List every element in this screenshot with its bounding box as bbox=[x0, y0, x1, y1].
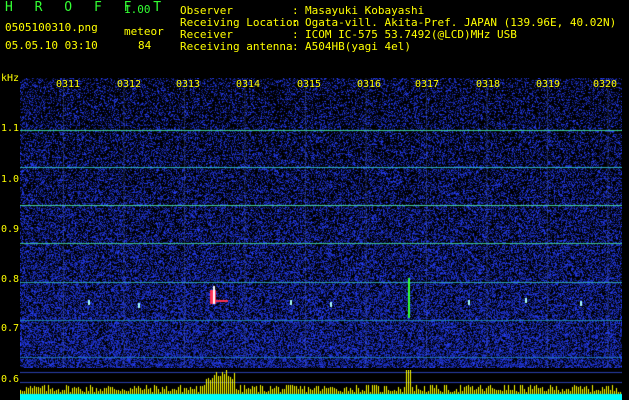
meteor-count: 84 bbox=[138, 39, 152, 52]
file-name: 0505100310.png bbox=[5, 21, 98, 34]
x-tick-label: 0317 bbox=[415, 79, 440, 90]
app-version: 1.00 bbox=[124, 3, 151, 16]
spectrogram-canvas bbox=[20, 78, 622, 368]
meteor-label: meteor bbox=[124, 25, 164, 38]
x-tick-label: 0313 bbox=[176, 79, 201, 90]
date-time: 05.05.10 03:10 bbox=[5, 39, 98, 52]
info-value-antenna: A504HB(yagi 4el) bbox=[305, 40, 411, 53]
y-tick-label: 0.6 bbox=[1, 374, 20, 385]
x-tick-label: 0314 bbox=[236, 79, 261, 90]
info-sep: : bbox=[292, 40, 299, 53]
amplitude-strip bbox=[20, 370, 622, 400]
y-axis-unit: kHz bbox=[1, 73, 20, 84]
x-tick-label: 0319 bbox=[536, 79, 561, 90]
y-tick-label: 1.1 bbox=[1, 123, 20, 134]
y-tick-label: 1.0 bbox=[1, 174, 20, 185]
y-tick-label: 0.9 bbox=[1, 224, 20, 235]
x-tick-label: 0312 bbox=[117, 79, 142, 90]
x-tick-label: 0315 bbox=[297, 79, 322, 90]
x-tick-label: 0320 bbox=[593, 79, 618, 90]
info-label-antenna: Receiving antenna bbox=[180, 40, 293, 53]
x-tick-label: 0311 bbox=[56, 79, 81, 90]
x-tick-label: 0318 bbox=[476, 79, 501, 90]
y-tick-label: 0.8 bbox=[1, 274, 20, 285]
hrofft-window: H R O F F T 1.00 0505100310.png meteor 0… bbox=[0, 0, 629, 400]
y-tick-label: 0.7 bbox=[1, 323, 20, 334]
x-tick-label: 0316 bbox=[357, 79, 382, 90]
